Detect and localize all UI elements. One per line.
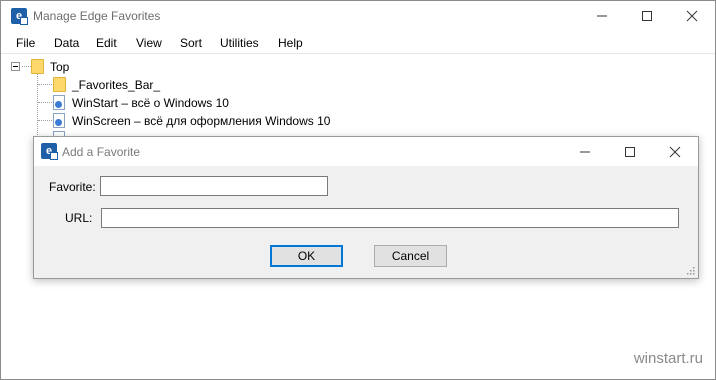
- folder-icon: [31, 59, 44, 74]
- menu-utilities[interactable]: Utilities: [220, 36, 259, 50]
- menu-file[interactable]: File: [16, 36, 35, 50]
- close-icon: [686, 10, 698, 22]
- dialog-maximize-button[interactable]: [607, 137, 653, 166]
- close-icon: [669, 146, 681, 158]
- dialog-minimize-button[interactable]: [562, 137, 608, 166]
- tree-item-winstart[interactable]: WinStart – всё о Windows 10: [1, 94, 301, 112]
- tree-item-root[interactable]: Top: [1, 58, 301, 76]
- web-page-icon: [53, 113, 65, 128]
- maximize-icon: [625, 147, 635, 157]
- minimize-button[interactable]: [579, 1, 625, 31]
- edge-app-icon: e: [41, 143, 58, 160]
- minimize-icon: [580, 151, 590, 153]
- ok-button[interactable]: OK: [270, 245, 343, 267]
- menu-edit[interactable]: Edit: [96, 36, 117, 50]
- url-label: URL:: [65, 211, 93, 225]
- tree-item-favorites-bar[interactable]: _Favorites_Bar_: [1, 76, 301, 94]
- tree-item-label: WinScreen – всё для оформления Windows 1…: [72, 114, 331, 128]
- web-page-icon: [53, 95, 65, 110]
- folder-icon: [53, 77, 66, 92]
- menu-help[interactable]: Help: [278, 36, 303, 50]
- watermark: winstart.ru: [633, 350, 703, 367]
- tree-item-label: _Favorites_Bar_: [72, 78, 161, 92]
- dialog-title: Add a Favorite: [62, 145, 141, 159]
- edge-app-icon: e: [11, 8, 28, 25]
- favorite-label: Favorite:: [49, 180, 96, 194]
- close-button[interactable]: [669, 1, 715, 31]
- add-favorite-dialog: e Add a Favorite Favorite: URL: OK Cance…: [33, 136, 699, 279]
- tree-item-winscreen[interactable]: WinScreen – всё для оформления Windows 1…: [1, 112, 330, 130]
- tree-item-label: Top: [50, 60, 70, 74]
- main-titlebar: e Manage Edge Favorites: [1, 1, 715, 31]
- minimize-icon: [597, 15, 607, 17]
- window-title: Manage Edge Favorites: [33, 9, 161, 23]
- menu-sort[interactable]: Sort: [180, 36, 202, 50]
- maximize-button[interactable]: [624, 1, 670, 31]
- dialog-close-button[interactable]: [652, 137, 698, 166]
- collapse-icon[interactable]: [11, 62, 20, 71]
- resize-grip-icon[interactable]: [687, 267, 695, 275]
- dialog-titlebar: e Add a Favorite: [34, 137, 698, 166]
- cancel-button[interactable]: Cancel: [374, 245, 447, 267]
- menubar: File Data Edit View Sort Utilities Help: [1, 32, 715, 54]
- favorite-input[interactable]: [100, 176, 328, 196]
- maximize-icon: [642, 11, 652, 21]
- tree-item-label: WinStart – всё о Windows 10: [72, 96, 229, 110]
- url-input[interactable]: [101, 208, 679, 228]
- menu-view[interactable]: View: [136, 36, 162, 50]
- menu-data[interactable]: Data: [54, 36, 79, 50]
